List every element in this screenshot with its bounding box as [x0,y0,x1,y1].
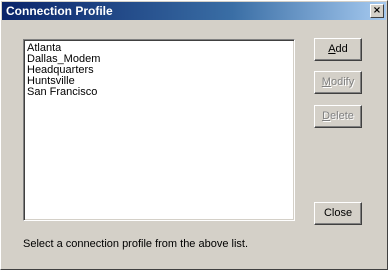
profile-listbox[interactable]: Atlanta Dallas_Modem Headquarters Huntsvill… [23,39,295,221]
status-text: Select a connection profile from the abo… [23,238,249,250]
delete-button[interactable]: Delete [314,105,362,128]
close-icon: × [372,5,382,16]
title-bar[interactable]: Connection Profile × [2,2,386,20]
profile-list-item[interactable]: San Francisco [27,87,294,98]
add-button[interactable]: Add [314,38,362,61]
modify-button[interactable]: Modify [314,71,362,94]
window-title: Connection Profile [6,4,113,18]
modify-button-label: odify [330,76,355,88]
delete-button-mnemonic: D [322,110,331,122]
modify-button-mnemonic: M [321,76,331,88]
add-button-label: dd [335,43,348,55]
connection-profile-dialog: Connection Profile × Atlanta Dallas_Modem… [0,0,388,270]
close-button[interactable]: Close [314,202,362,225]
add-button-mnemonic: A [328,43,336,55]
profile-list: Atlanta Dallas_Modem Headquarters Huntsvill… [24,40,294,98]
delete-button-label: elete [330,110,354,122]
close-window-button[interactable]: × [370,4,384,18]
